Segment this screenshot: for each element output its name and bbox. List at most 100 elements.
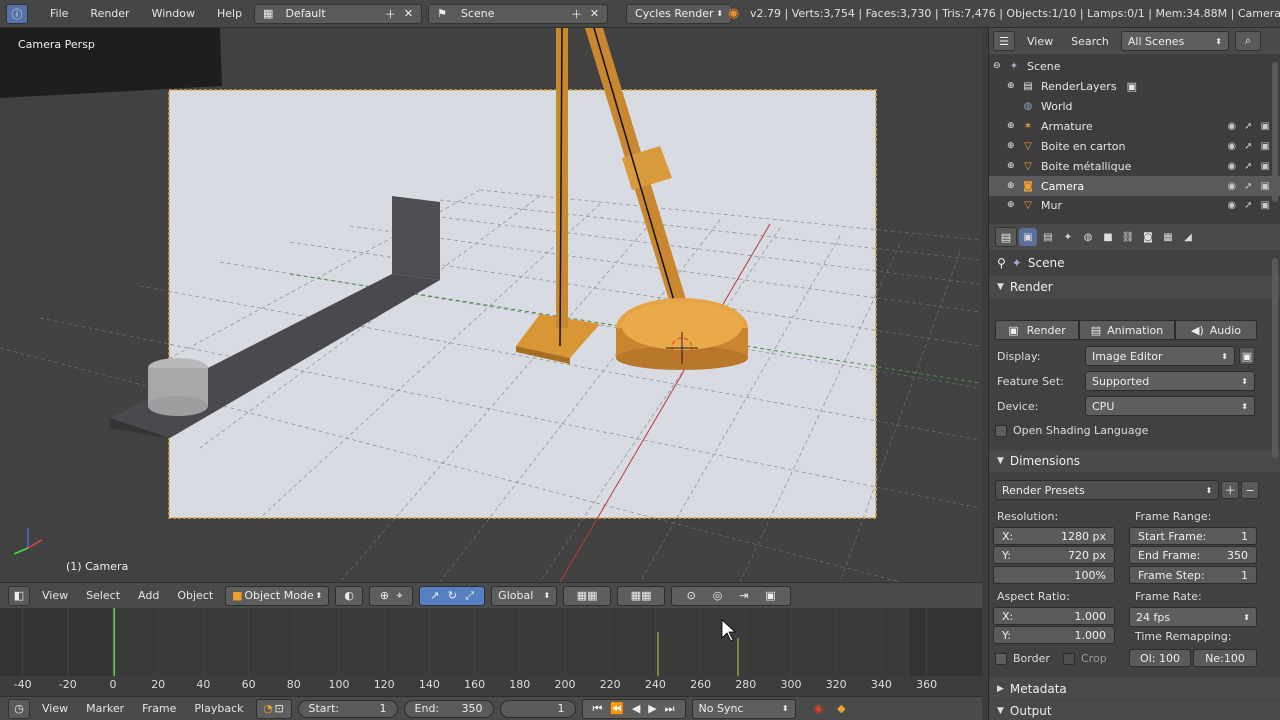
snap-icon[interactable]: ⇥ xyxy=(739,589,748,602)
outliner-search-menu[interactable]: Search xyxy=(1065,35,1115,48)
prev-key-icon[interactable]: ⏪ xyxy=(610,702,624,715)
render-icon[interactable]: ▣ xyxy=(765,589,775,602)
eye-icon[interactable]: ◉ xyxy=(1227,121,1236,132)
display-select[interactable]: Image Editor ⬍ xyxy=(1085,346,1235,366)
transform-manipulators[interactable]: ↗ ↻ ⤢ xyxy=(419,585,486,606)
feature-set-select[interactable]: Supported ⬍ xyxy=(1085,371,1255,391)
texture-tab-icon[interactable]: ▦ xyxy=(1159,228,1177,246)
menu-frame[interactable]: Frame xyxy=(136,702,182,715)
properties-scrollbar[interactable] xyxy=(1272,258,1278,458)
proportional-icon[interactable]: ◎ xyxy=(713,589,723,602)
end-frame-field[interactable]: End: 350 xyxy=(403,699,494,718)
frame-rate-select[interactable]: 24 fps ⬍ xyxy=(1129,607,1257,627)
res-percent-field[interactable]: 100% xyxy=(993,566,1115,584)
render-engine-select[interactable]: Cycles Render ⬍ xyxy=(626,3,733,24)
outliner-filter-select[interactable]: All Scenes ⬍ xyxy=(1120,31,1229,51)
menu-object[interactable]: Object xyxy=(171,589,219,602)
osl-row[interactable]: Open Shading Language xyxy=(995,424,1148,437)
border-checkbox[interactable] xyxy=(995,652,1007,665)
render-panel-header[interactable]: ▼ Render xyxy=(989,276,1280,298)
translate-icon[interactable]: ↗ xyxy=(430,589,439,602)
jump-end-icon[interactable]: ⏭ xyxy=(665,702,675,716)
remove-preset-icon[interactable]: − xyxy=(1241,481,1260,499)
menu-view[interactable]: View xyxy=(36,589,74,602)
play-reverse-icon[interactable]: ◀ xyxy=(632,702,640,715)
remap-old-field[interactable]: Ol: 100 xyxy=(1129,649,1191,667)
expand-icon[interactable]: ⊕ xyxy=(1007,121,1021,131)
device-select[interactable]: CPU ⬍ xyxy=(1085,396,1255,416)
scene-selector[interactable]: ⚑ Scene ＋ ✕ xyxy=(428,3,609,24)
mode-select[interactable]: ■ Object Mode ⬍ xyxy=(225,585,330,606)
render-toggle-icon[interactable]: ▣ xyxy=(1261,141,1270,152)
outliner-item-renderlayers[interactable]: ⊕ ▤ RenderLayers ▣ xyxy=(989,76,1280,96)
menu-help[interactable]: Help xyxy=(211,4,248,24)
orientation-select[interactable]: Global ⬍ xyxy=(491,585,558,606)
outliner-item-boite-carton[interactable]: ⊕ ▽ Boite en carton ◉ ➚ ▣ xyxy=(989,136,1280,156)
current-frame-field[interactable]: 1 xyxy=(499,699,576,718)
start-frame-field[interactable]: Start: 1 xyxy=(297,699,398,718)
cursor-icon[interactable]: ➚ xyxy=(1244,181,1252,192)
cursor-icon[interactable]: ➚ xyxy=(1244,141,1252,152)
collapse-icon[interactable]: ⊖ xyxy=(993,61,1007,71)
eye-icon[interactable]: ◉ xyxy=(1227,161,1236,172)
sync-select[interactable]: No Sync ⬍ xyxy=(691,698,796,719)
border-row[interactable]: Border xyxy=(995,652,1050,665)
playback-controls[interactable]: ⏮ ⏪ ◀ ▶ ⏭ xyxy=(581,698,686,719)
shading-select[interactable]: ◐ xyxy=(335,585,364,606)
layers-grid-b[interactable]: ▦▦ xyxy=(617,585,666,606)
res-y-field[interactable]: Y: 720 px xyxy=(993,546,1115,564)
aspect-x-field[interactable]: X: 1.000 xyxy=(993,607,1115,625)
output-panel-header[interactable]: ▼ Output xyxy=(989,701,1280,720)
remove-layout-icon[interactable]: ✕ xyxy=(404,7,413,20)
image-editor-icon[interactable]: ▣ xyxy=(1239,347,1255,365)
frame-step-prop[interactable]: Frame Step: 1 xyxy=(1129,566,1257,584)
cursor-icon[interactable]: ➚ xyxy=(1244,161,1252,172)
aspect-y-field[interactable]: Y: 1.000 xyxy=(993,626,1115,644)
expand-icon[interactable]: ⊕ xyxy=(1007,200,1021,210)
menu-playback[interactable]: Playback xyxy=(188,702,249,715)
outliner-scrollbar[interactable] xyxy=(1272,62,1278,202)
timeline-editor-icon[interactable]: ◷ xyxy=(8,698,30,719)
keyframe-icon[interactable]: ◆ xyxy=(837,702,845,715)
lock-icon[interactable]: ⊙ xyxy=(687,589,696,602)
expand-icon[interactable]: ⊕ xyxy=(1007,161,1021,171)
outliner-item-boite-metallique[interactable]: ⊕ ▽ Boite métallique ◉ ➚ ▣ xyxy=(989,156,1280,176)
menu-file[interactable]: File xyxy=(44,4,74,24)
metadata-panel-header[interactable]: ▶ Metadata xyxy=(989,678,1280,700)
play-icon[interactable]: ▶ xyxy=(648,702,656,715)
data-tab-icon[interactable]: ◙ xyxy=(1139,228,1157,246)
outliner-item-mur[interactable]: ⊕ ▽ Mur ◉ ➚ ▣ xyxy=(989,196,1280,214)
record-icon[interactable]: ◉ xyxy=(814,702,824,715)
preview-range-toggle[interactable]: ◔ ⊡ xyxy=(255,698,292,719)
res-x-field[interactable]: X: 1280 px xyxy=(993,527,1115,545)
menu-window[interactable]: Window xyxy=(146,4,201,24)
jump-start-icon[interactable]: ⏮ xyxy=(592,702,602,716)
remove-scene-icon[interactable]: ✕ xyxy=(590,7,599,20)
constraints-tab-icon[interactable]: ⛓ xyxy=(1119,228,1137,246)
layers-grid-a[interactable]: ▦▦ xyxy=(563,585,612,606)
timeline-area[interactable]: -40 -20 0 20 40 60 80 100 120 140 160 180 200 220 240 2… xyxy=(0,608,982,696)
world-tab-icon[interactable]: ◍ xyxy=(1079,228,1097,246)
cursor-icon[interactable]: ➚ xyxy=(1244,121,1252,132)
outliner-item-camera[interactable]: ⊕ ◙ Camera ◉ ➚ ▣ xyxy=(989,176,1280,196)
physics-tab-icon[interactable]: ◢ xyxy=(1179,228,1197,246)
snapping-tools[interactable]: ⊙ ◎ ⇥ ▣ xyxy=(671,585,792,606)
render-toggle-icon[interactable]: ▣ xyxy=(1261,121,1270,132)
info-editor-type-icon[interactable]: ⓘ xyxy=(6,3,28,24)
cursor-icon[interactable]: ➚ xyxy=(1244,200,1252,211)
menu-add[interactable]: Add xyxy=(132,589,165,602)
osl-checkbox[interactable] xyxy=(995,424,1007,437)
render-toggle-icon[interactable]: ▣ xyxy=(1261,161,1270,172)
outliner-view-menu[interactable]: View xyxy=(1021,35,1059,48)
render-toggle-icon[interactable]: ▣ xyxy=(1261,181,1270,192)
menu-marker[interactable]: Marker xyxy=(80,702,130,715)
expand-icon[interactable]: ⊕ xyxy=(1007,181,1021,191)
start-frame-prop[interactable]: Start Frame: 1 xyxy=(1129,527,1257,545)
add-scene-icon[interactable]: ＋ xyxy=(571,6,582,22)
crop-checkbox[interactable] xyxy=(1063,652,1075,665)
render-tab-icon[interactable]: ▣ xyxy=(1019,228,1037,246)
rotate-icon[interactable]: ↻ xyxy=(448,589,457,602)
audio-button[interactable]: ◀) Audio xyxy=(1175,320,1257,340)
3d-viewport[interactable]: Camera Persp (1) Camera xyxy=(0,28,982,582)
crop-row[interactable]: Crop xyxy=(1063,652,1107,665)
